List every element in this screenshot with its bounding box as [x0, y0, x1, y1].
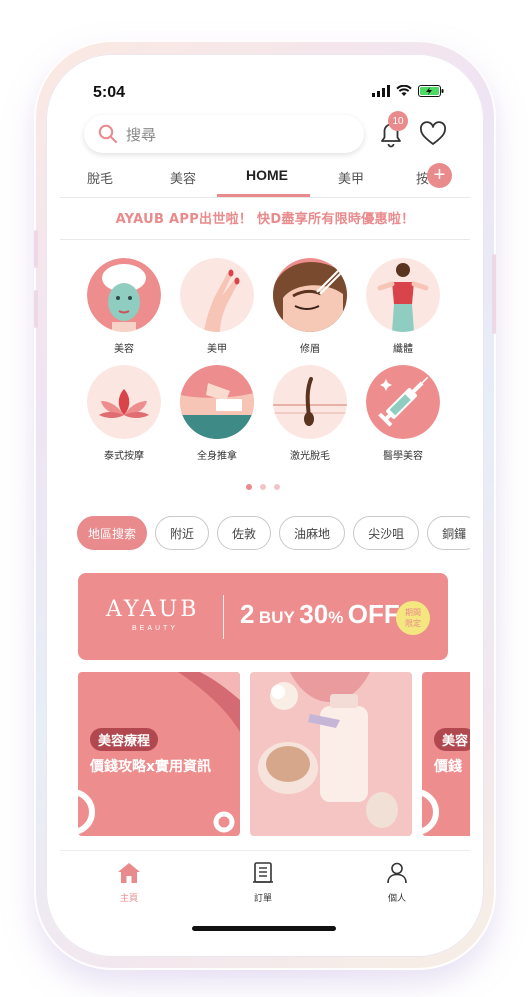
- divider: [60, 850, 470, 851]
- tab-home[interactable]: HOME: [246, 167, 288, 183]
- manicure-hand-icon: [180, 258, 254, 332]
- chip-jordan[interactable]: 佐敦: [217, 516, 272, 550]
- chip-district-search[interactable]: 地區搜索: [77, 516, 148, 550]
- card-decoration: [422, 789, 439, 835]
- syringe-icon: [366, 365, 440, 439]
- card-title: 價錢: [434, 759, 462, 775]
- article-card[interactable]: [250, 672, 412, 836]
- category-label: 泰式按摩: [104, 451, 144, 462]
- pager-dot[interactable]: [246, 484, 252, 490]
- divider: [60, 197, 470, 198]
- sale-quantity: 2: [240, 599, 255, 629]
- notification-badge: 10: [388, 111, 408, 131]
- pager-dot[interactable]: [260, 484, 266, 490]
- district-filter-chips: 地區搜索 附近 佐敦 油麻地 尖沙咀 銅鑼: [77, 516, 470, 550]
- home-icon: [118, 863, 140, 883]
- card-tag: 美容療程: [90, 728, 159, 751]
- card-tag: 美容: [434, 728, 470, 751]
- status-icons: [372, 85, 444, 97]
- nav-orders[interactable]: 訂單: [233, 862, 293, 904]
- card-decoration: [78, 672, 240, 835]
- app-screen: 5:04 搜尋 10 脫毛 美容 HOME 美甲 按 + AYAUB APP出世…: [60, 68, 470, 944]
- category-label: 美容: [114, 344, 134, 355]
- heart-icon: [420, 121, 446, 145]
- category-thai-massage[interactable]: 泰式按摩: [84, 365, 164, 462]
- battery-charging-icon: [418, 85, 444, 97]
- category-label: 美甲: [207, 344, 227, 355]
- article-card[interactable]: 美容 價錢: [422, 672, 470, 836]
- category-label: 全身推拿: [197, 451, 237, 462]
- nav-label: 個人: [387, 894, 406, 904]
- brand-subtitle: BEAUTY: [132, 625, 179, 632]
- chip-tsim-sha-tsui[interactable]: 尖沙咀: [353, 516, 420, 550]
- category-slimming[interactable]: 纖體: [363, 258, 443, 355]
- category-label: 激光脫毛: [290, 451, 330, 462]
- chip-causeway-bay[interactable]: 銅鑼: [427, 516, 470, 550]
- sale-percent: 30: [299, 599, 329, 629]
- phone-side-button: [34, 290, 38, 328]
- status-time: 5:04: [93, 84, 126, 101]
- face-mask-icon: [87, 258, 161, 332]
- favorites-button[interactable]: [418, 120, 448, 148]
- sale-headline: 2 BUY 30% OFF: [240, 599, 400, 630]
- category-beauty[interactable]: 美容: [84, 258, 164, 355]
- lotus-icon: [87, 365, 161, 439]
- badge-line: 限定: [405, 619, 421, 628]
- nav-label: 訂單: [253, 894, 272, 904]
- tab-beauty[interactable]: 美容: [170, 168, 196, 187]
- home-indicator[interactable]: [192, 926, 336, 931]
- category-label: 修眉: [300, 344, 320, 355]
- chip-yau-ma-tei[interactable]: 油麻地: [279, 516, 346, 550]
- wifi-icon: [396, 85, 412, 96]
- sale-percent-sign: %: [328, 608, 344, 627]
- brand-logo: AYAUB: [106, 597, 200, 622]
- category-label: 醫學美容: [383, 451, 423, 462]
- category-laser-hair-removal[interactable]: 激光脫毛: [270, 365, 350, 462]
- search-placeholder: 搜尋: [126, 125, 157, 144]
- phone-side-button: [492, 254, 496, 334]
- divider: [60, 239, 470, 240]
- category-full-body-massage[interactable]: 全身推拿: [177, 365, 257, 462]
- sale-banner[interactable]: AYAUB BEAUTY 2 BUY 30% OFF 期間 限定: [78, 573, 448, 660]
- tab-nails[interactable]: 美甲: [338, 168, 364, 187]
- category-label: 纖體: [393, 344, 413, 355]
- limited-time-badge: 期間 限定: [396, 601, 430, 635]
- signal-icon: [372, 85, 390, 97]
- sale-buy: BUY: [258, 608, 295, 627]
- nav-label: 主頁: [119, 894, 138, 904]
- search-icon: [98, 124, 117, 143]
- massage-hands-icon: [180, 365, 254, 439]
- cosmetics-photo: [250, 672, 412, 836]
- category-nails[interactable]: 美甲: [177, 258, 257, 355]
- body-slimming-icon: [366, 258, 440, 332]
- hair-follicle-icon: [273, 365, 347, 439]
- carousel-pager: [246, 484, 280, 490]
- sale-off: OFF: [347, 599, 400, 629]
- add-tab-button[interactable]: +: [427, 163, 452, 188]
- promo-announcement[interactable]: AYAUB APP出世啦！ 快D盡享所有限時優惠啦！: [60, 208, 470, 227]
- pager-dot[interactable]: [274, 484, 280, 490]
- eyebrow-tweezer-icon: [273, 258, 347, 332]
- tab-hair-removal[interactable]: 脫毛: [87, 168, 113, 187]
- category-medical-aesthetics[interactable]: 醫學美容: [363, 365, 443, 462]
- category-eyebrow[interactable]: 修眉: [270, 258, 350, 355]
- badge-line: 期間: [405, 608, 421, 617]
- category-tabs: 脫毛 美容 HOME 美甲 按 +: [60, 160, 470, 198]
- order-list-icon: [253, 862, 273, 883]
- article-card[interactable]: 美容療程 價錢攻略x實用資訊: [78, 672, 240, 836]
- search-input[interactable]: 搜尋: [84, 115, 364, 153]
- card-title: 價錢攻略x實用資訊: [90, 759, 212, 775]
- chip-nearby[interactable]: 附近: [155, 516, 210, 550]
- nav-profile[interactable]: 個人: [367, 862, 427, 904]
- phone-side-button: [34, 230, 38, 268]
- divider: [223, 595, 224, 639]
- person-icon: [387, 862, 407, 884]
- nav-home[interactable]: 主頁: [99, 862, 159, 904]
